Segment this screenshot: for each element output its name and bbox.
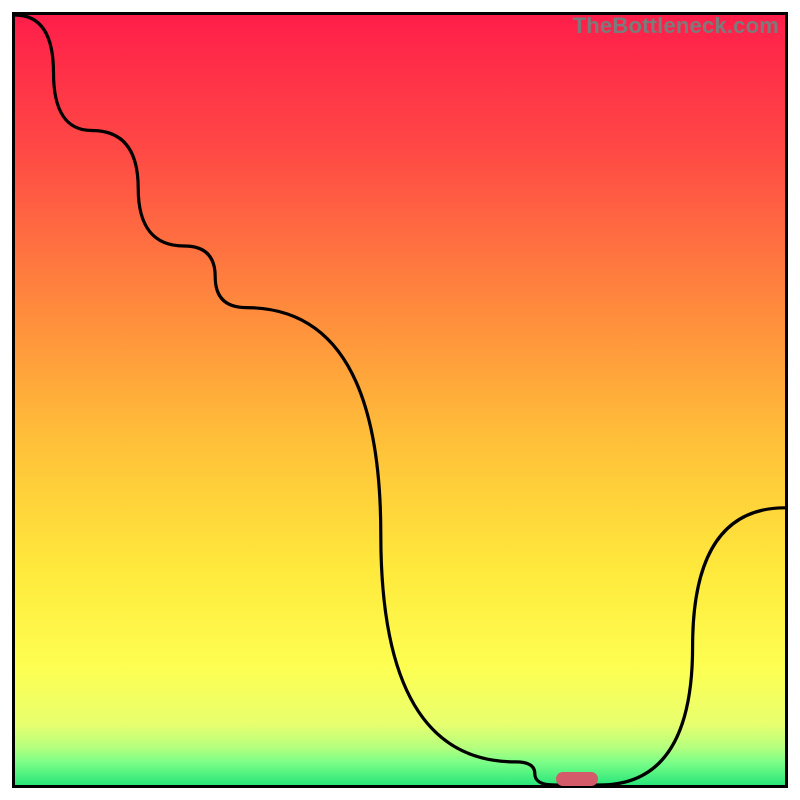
- curve-path: [15, 15, 785, 785]
- chart-frame: TheBottleneck.com: [12, 12, 788, 788]
- optimum-marker: [556, 772, 598, 786]
- attribution-text: TheBottleneck.com: [573, 13, 779, 39]
- bottleneck-curve: [15, 15, 785, 785]
